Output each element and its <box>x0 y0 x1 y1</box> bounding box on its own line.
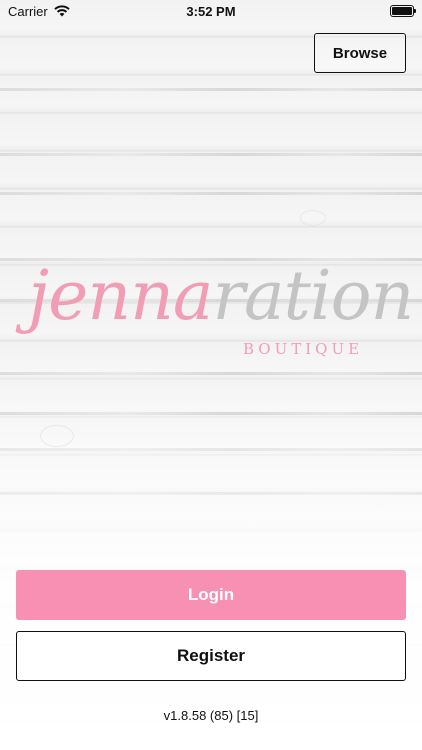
browse-button[interactable]: Browse <box>314 33 406 73</box>
wood-knot <box>40 425 74 447</box>
plank-divider <box>0 88 422 91</box>
wifi-icon <box>54 5 70 17</box>
app-version: v1.8.58 (85) [15] <box>163 708 259 723</box>
logo-wordmark-grey: ration <box>212 257 414 336</box>
status-bar-left: Carrier <box>8 4 70 19</box>
plank-divider <box>0 192 422 195</box>
plank-divider <box>0 153 422 156</box>
login-button[interactable]: Login <box>16 570 406 620</box>
logo-subtitle: BOUTIQUE <box>243 340 364 358</box>
logo-wordmark: jennaration <box>28 252 414 342</box>
plank-divider <box>0 448 422 451</box>
logo-wordmark-pink: jenna <box>28 257 213 336</box>
register-button[interactable]: Register <box>16 631 406 681</box>
status-bar: Carrier 3:52 PM <box>0 0 422 22</box>
plank-divider <box>0 492 422 495</box>
plank-divider <box>0 412 422 415</box>
battery-icon <box>390 5 416 17</box>
wood-knot <box>300 210 326 226</box>
carrier-label: Carrier <box>8 3 48 19</box>
brand-logo: jennaration BOUTIQUE <box>28 252 414 392</box>
